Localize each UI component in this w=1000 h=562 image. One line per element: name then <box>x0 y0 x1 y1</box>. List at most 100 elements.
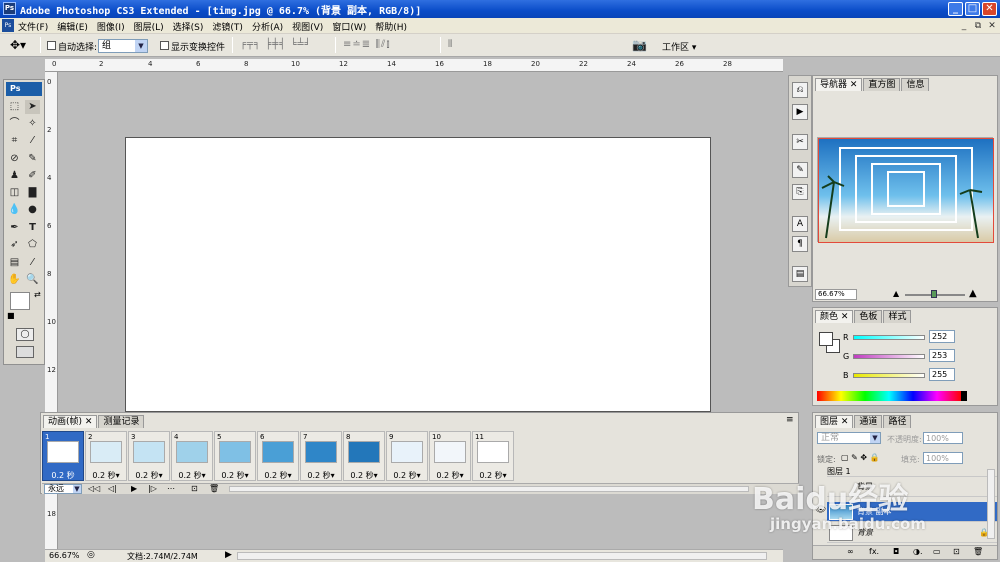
frame-delay[interactable]: 0.2 秒▾ <box>430 470 470 481</box>
maximize-button[interactable]: □ <box>965 2 980 16</box>
distribute-icons[interactable]: ≡≐≣ ⫼⫽⫾ <box>343 39 391 50</box>
navigator-zoom-field[interactable]: 66.67% <box>815 289 857 300</box>
frame-delay[interactable]: 0.2 秒▾ <box>387 470 427 481</box>
panel-menu-icon[interactable]: ≡ <box>786 415 794 425</box>
move-tool-preset-icon[interactable]: ✥▾ <box>10 38 26 52</box>
quick-mask-icon[interactable]: ◯ <box>16 328 34 341</box>
blue-value[interactable]: 255 <box>929 368 955 381</box>
tab-histogram[interactable]: 直方图 <box>863 78 901 91</box>
align-icons[interactable]: ╒╤╕ ╞╪╡ ╘╧╛ <box>240 39 312 50</box>
lasso-tool-icon[interactable]: ⌒ <box>7 117 22 131</box>
character-icon[interactable]: A <box>792 216 808 232</box>
move-tool-icon[interactable]: ➤ <box>25 100 40 114</box>
dodge-tool-icon[interactable]: ● <box>25 203 40 217</box>
menu-select[interactable]: 选择(S) <box>173 20 204 33</box>
animation-frame[interactable]: 9 0.2 秒▾ <box>386 431 428 481</box>
foreground-color-swatch[interactable] <box>819 332 833 346</box>
tab-channels[interactable]: 通道 <box>854 415 883 428</box>
horizontal-scrollbar[interactable] <box>237 552 767 560</box>
menu-help[interactable]: 帮助(H) <box>375 20 407 33</box>
menu-edit[interactable]: 编辑(E) <box>57 20 88 33</box>
frame-delay[interactable]: 0.2 秒▾ <box>301 470 341 481</box>
auto-select-dropdown[interactable]: 组 ▼ <box>98 39 148 53</box>
new-group-icon[interactable]: ▭ <box>933 547 941 556</box>
play-icon[interactable]: ▶ <box>131 484 137 493</box>
previous-frame-icon[interactable]: ◁| <box>108 484 117 493</box>
tab-info[interactable]: 信息 <box>901 78 930 91</box>
crop-tool-icon[interactable]: ⌗ <box>7 134 22 148</box>
doc-restore-button[interactable]: ⧉ <box>972 20 984 32</box>
delete-layer-icon[interactable]: 🗑 <box>973 547 983 556</box>
healing-brush-icon[interactable]: ⊘ <box>7 152 22 166</box>
minimize-button[interactable]: _ <box>948 2 963 16</box>
layer-style-icon[interactable]: fx. <box>869 547 879 556</box>
fill-field[interactable]: 100% <box>923 452 963 464</box>
navigator-preview[interactable] <box>817 137 995 244</box>
marquee-tool-icon[interactable]: ⬚ <box>7 100 22 114</box>
lock-icons[interactable]: ▢ ✎ ✥ 🔒 <box>841 453 880 462</box>
zoom-tool-icon[interactable]: 🔍 <box>25 273 40 287</box>
doc-close-button[interactable]: ✕ <box>986 20 998 32</box>
swap-colors-icon[interactable]: ⇄ <box>34 290 41 299</box>
paragraph-icon[interactable]: ¶ <box>792 236 808 252</box>
gradient-tool-icon[interactable]: ▇ <box>25 186 40 200</box>
notes-tool-icon[interactable]: ▤ <box>7 256 22 270</box>
tool-presets-icon[interactable]: ✂ <box>792 134 808 150</box>
loop-dropdown[interactable]: 永远 ▼ <box>44 484 82 494</box>
screen-mode-icon[interactable] <box>16 346 34 358</box>
red-value[interactable]: 252 <box>929 330 955 343</box>
opacity-field[interactable]: 100% <box>923 432 963 444</box>
blur-tool-icon[interactable]: 💧 <box>7 203 22 217</box>
menu-filter[interactable]: 滤镜(T) <box>212 20 243 33</box>
red-slider[interactable] <box>853 335 925 340</box>
close-button[interactable]: ✕ <box>982 2 997 16</box>
blend-mode-dropdown[interactable]: 正常 ▼ <box>817 432 881 444</box>
menu-analysis[interactable]: 分析(A) <box>252 20 283 33</box>
animation-frame[interactable]: 5 0.2 秒▾ <box>214 431 256 481</box>
zoom-level[interactable]: 66.67% <box>49 551 80 560</box>
document-canvas[interactable] <box>125 137 711 412</box>
frame-delay[interactable]: 0.2 秒▾ <box>215 470 255 481</box>
color-black-swatch[interactable] <box>961 391 967 401</box>
menu-view[interactable]: 视图(V) <box>292 20 323 33</box>
tab-animation[interactable]: 动画(帧) ✕ <box>43 415 98 428</box>
animation-frame[interactable]: 4 0.2 秒▾ <box>171 431 213 481</box>
animation-frame[interactable]: 11 0.2 秒▾ <box>472 431 514 481</box>
animation-frame[interactable]: 10 0.2 秒▾ <box>429 431 471 481</box>
duplicate-frame-icon[interactable]: ⊡ <box>191 484 198 493</box>
hand-tool-icon[interactable]: ✋ <box>7 273 22 287</box>
actions-icon[interactable]: ▶ <box>792 104 808 120</box>
animation-frame[interactable]: 7 0.2 秒▾ <box>300 431 342 481</box>
green-slider[interactable] <box>853 354 925 359</box>
animation-frame[interactable]: 1 0.2 秒 <box>42 431 84 481</box>
status-menu-arrow-icon[interactable]: ▶ <box>225 550 232 560</box>
blue-slider[interactable] <box>853 373 925 378</box>
camera-icon[interactable]: 📷 <box>632 38 647 52</box>
menu-layer[interactable]: 图层(L) <box>134 20 164 33</box>
zoom-slider-thumb[interactable] <box>931 290 937 298</box>
delete-frame-icon[interactable]: 🗑 <box>209 484 219 493</box>
zoom-out-icon[interactable]: ▲ <box>893 289 899 298</box>
document-icon[interactable]: Ps <box>2 19 14 32</box>
shape-tool-icon[interactable]: ⬠ <box>25 238 40 252</box>
layers-scrollbar[interactable] <box>987 469 995 539</box>
auto-align-icon[interactable]: ⫴ <box>448 39 453 50</box>
show-transform-checkbox[interactable] <box>160 41 169 50</box>
magic-wand-icon[interactable]: ✧ <box>25 117 40 131</box>
tab-layers[interactable]: 图层 ✕ <box>815 415 854 428</box>
new-layer-icon[interactable]: ⊡ <box>953 547 960 556</box>
history-brush-icon[interactable]: ✐ <box>25 169 40 183</box>
tab-swatches[interactable]: 色板 <box>854 310 883 323</box>
animation-frame[interactable]: 8 0.2 秒▾ <box>343 431 385 481</box>
adjustment-layer-icon[interactable]: ◑. <box>913 547 923 556</box>
clone-source-icon[interactable]: ⎘ <box>792 184 808 200</box>
tab-paths[interactable]: 路径 <box>883 415 912 428</box>
history-icon[interactable]: ⎌ <box>792 82 808 98</box>
foreground-color-swatch[interactable] <box>10 292 30 310</box>
layer-comps-icon[interactable]: ▤ <box>792 266 808 282</box>
frame-delay[interactable]: 0.2 秒▾ <box>86 470 126 481</box>
menu-image[interactable]: 图像(I) <box>97 20 125 33</box>
slice-tool-icon[interactable]: ⁄ <box>25 134 40 148</box>
animation-frame[interactable]: 2 0.2 秒▾ <box>85 431 127 481</box>
tab-navigator[interactable]: 导航器 ✕ <box>815 78 863 91</box>
